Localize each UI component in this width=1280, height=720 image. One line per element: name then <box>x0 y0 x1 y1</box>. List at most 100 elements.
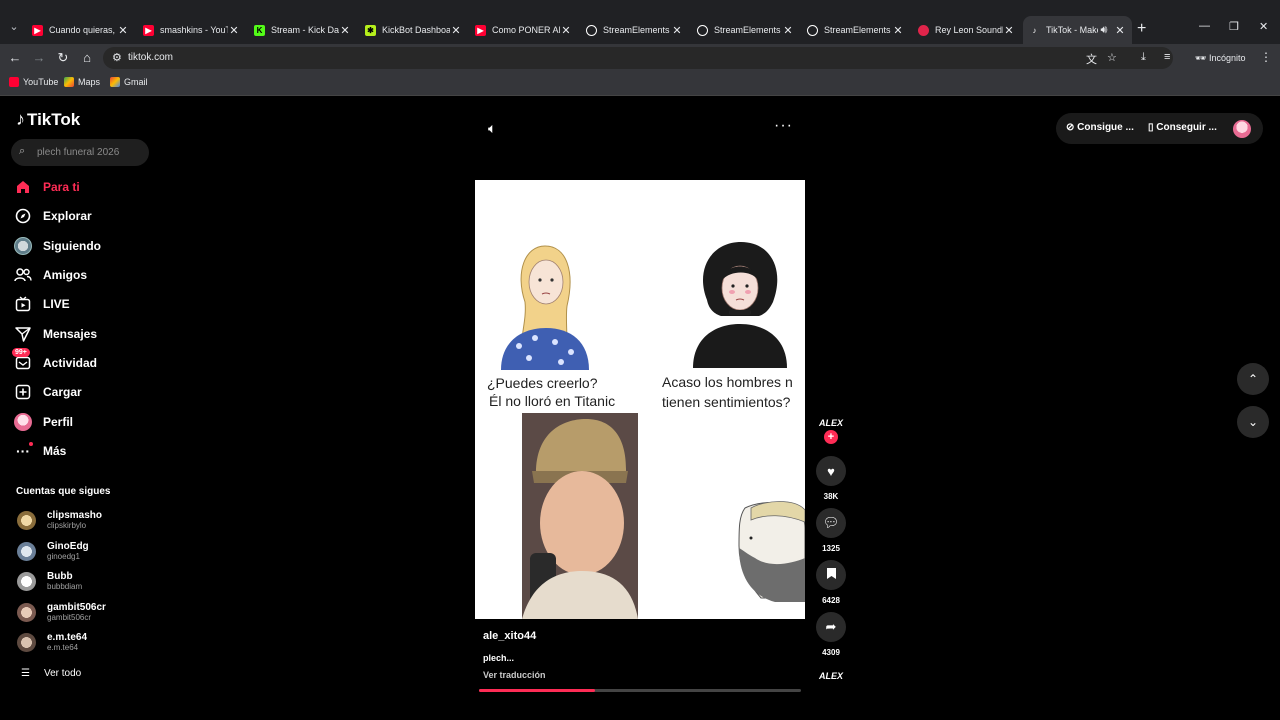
search-input[interactable]: ⌕ plech funeral 2026 <box>11 139 149 166</box>
site-info-icon[interactable]: ⚙ <box>112 51 122 64</box>
meme-chad-illustration <box>738 501 805 602</box>
heart-icon: ♥ <box>827 463 835 479</box>
meme-girl-blonde-illustration <box>501 245 589 370</box>
next-video-button[interactable]: ⌄ <box>1237 406 1269 438</box>
close-tab-icon[interactable]: ✕ <box>892 24 904 37</box>
save-count: 6428 <box>822 596 840 605</box>
incognito-badge[interactable]: 🕶︎ Incógnito <box>1187 48 1253 68</box>
previous-video-button[interactable]: ⌃ <box>1237 363 1269 395</box>
nav-label: Amigos <box>43 268 88 282</box>
follow-plus-button[interactable]: + <box>824 430 838 444</box>
nav-live[interactable]: LIVE <box>14 293 70 315</box>
get-app-label: Conseguir ... <box>1156 122 1217 133</box>
bookmark-gmail[interactable]: Gmail <box>110 77 148 87</box>
bookmark-star-icon[interactable]: ☆ <box>1107 51 1117 64</box>
soundboard-icon <box>918 24 929 36</box>
nav-perfil[interactable]: Perfil <box>14 411 73 433</box>
more-options-icon[interactable]: ··· <box>774 117 793 135</box>
back-icon[interactable]: ← <box>7 50 23 65</box>
followed-account[interactable]: gambit506cr gambit506cr <box>17 598 106 626</box>
followed-account[interactable]: clipsmasho clipskirbylo <box>17 506 102 534</box>
browser-menu-icon[interactable]: ⋮ <box>1260 50 1272 64</box>
incognito-label: Incógnito <box>1208 53 1246 63</box>
close-tab-icon[interactable]: ✕ <box>228 24 240 37</box>
share-button[interactable]: ➦ <box>816 612 846 642</box>
comment-button[interactable]: 💬︎ <box>816 508 846 538</box>
bookmark-youtube[interactable]: YouTube <box>9 77 58 87</box>
media-control-icon[interactable]: ≡ <box>1164 51 1170 63</box>
browser-tab[interactable]: ▶ Cuando quieras, c ✕ <box>26 18 135 42</box>
close-tab-icon[interactable]: ✕ <box>1003 24 1015 37</box>
get-app-button[interactable]: ▯ Conseguir ... <box>1148 122 1217 133</box>
speaker-icon[interactable]: 🔊︎ <box>1098 24 1110 37</box>
home-icon[interactable]: ⌂ <box>79 50 95 65</box>
browser-tab[interactable]: ▶ Como PONER ALE ✕ <box>469 18 578 42</box>
window-close-icon[interactable]: ✕ <box>1259 20 1268 33</box>
save-button[interactable] <box>816 560 846 590</box>
nav-para-ti[interactable]: Para ti <box>14 176 80 198</box>
nav-mensajes[interactable]: Mensajes <box>14 323 97 345</box>
browser-tab[interactable]: StreamElements - ✕ <box>801 18 910 42</box>
translate-icon[interactable]: 文 <box>1086 51 1097 67</box>
tiktok-logo[interactable]: ♪ TikTok <box>16 109 80 130</box>
close-tab-icon[interactable]: ✕ <box>450 24 462 37</box>
bookmark-label: Gmail <box>124 77 148 87</box>
user-avatar[interactable] <box>1233 120 1251 138</box>
like-button[interactable]: ♥ <box>816 456 846 486</box>
minimize-icon[interactable]: — <box>1199 20 1210 32</box>
video-progress-bar[interactable] <box>479 689 801 692</box>
kickbot-icon: ✱ <box>365 24 376 36</box>
close-tab-icon[interactable]: ✕ <box>560 24 572 37</box>
tab-search-icon[interactable]: ⌄ <box>6 19 22 35</box>
nav-amigos[interactable]: Amigos <box>14 264 87 286</box>
followed-account[interactable]: GinoEdg ginoedg1 <box>17 537 89 565</box>
volume-icon[interactable]: 🔈︎ <box>488 120 496 137</box>
nav-label: Para ti <box>43 180 80 194</box>
reload-icon[interactable]: ↻ <box>55 50 71 66</box>
close-tab-icon[interactable]: ✕ <box>671 24 683 37</box>
nav-explorar[interactable]: Explorar <box>14 205 92 227</box>
bookmark-label: Maps <box>78 77 101 87</box>
list-icon: ☰ <box>21 668 30 679</box>
browser-tab[interactable]: Rey Leon Soundb ✕ <box>912 18 1021 42</box>
close-tab-icon[interactable]: ✕ <box>782 24 794 37</box>
nav-siguiendo[interactable]: Siguiendo <box>14 235 101 257</box>
meme-caption-left: ¿Puedes creerlo? <box>487 375 598 391</box>
nav-actividad[interactable]: 99+ Actividad <box>12 348 97 374</box>
bookmarks-bar: YouTube Maps Gmail <box>0 72 1280 96</box>
video-author-username[interactable]: ale_xito44 <box>483 630 536 642</box>
forward-icon[interactable]: → <box>31 50 47 65</box>
upload-icon <box>14 383 32 401</box>
browser-tab[interactable]: ✱ KickBot Dashboar ✕ <box>359 18 468 42</box>
hand-cursor-icon: ☝︎ <box>652 419 660 434</box>
browser-tab[interactable]: ▶ smashkins - YouTu ✕ <box>137 18 246 42</box>
bookmark-maps[interactable]: Maps <box>64 77 100 87</box>
tiktok-icon: ♪ <box>1032 25 1037 35</box>
browser-tab[interactable]: StreamElements - ✕ <box>580 18 689 42</box>
get-coins-button[interactable]: ⊘ Consigue ... <box>1066 122 1134 133</box>
browser-tab[interactable]: K Stream - Kick Das ✕ <box>248 18 357 42</box>
followed-account[interactable]: Bubb bubbdiam <box>17 567 82 595</box>
see-all-link[interactable]: ☰ Ver todo <box>21 668 81 679</box>
nav-mas[interactable]: ··· Más <box>14 440 66 462</box>
share-arrow-icon: ➦ <box>825 619 837 634</box>
address-bar[interactable]: ⚙ tiktok.com <box>103 47 1173 69</box>
nav-label: Mensajes <box>43 327 98 341</box>
browser-tab[interactable]: StreamElements - ✕ <box>691 18 800 42</box>
close-tab-icon[interactable]: ✕ <box>1114 24 1126 37</box>
music-disc[interactable]: ALEX <box>819 671 843 687</box>
close-tab-icon[interactable]: ✕ <box>339 24 351 37</box>
youtube-icon: ▶ <box>143 24 154 36</box>
url-text[interactable]: tiktok.com <box>128 52 173 63</box>
new-tab-icon[interactable]: + <box>1137 20 1146 38</box>
followed-account[interactable]: e.m.te64 e.m.te64 <box>17 628 87 656</box>
download-icon[interactable]: ⤓ <box>1141 51 1146 64</box>
see-translation-link[interactable]: Ver traducción <box>483 670 546 680</box>
share-count: 4309 <box>822 648 840 657</box>
close-tab-icon[interactable]: ✕ <box>117 24 129 37</box>
nav-label: LIVE <box>43 297 70 311</box>
nav-cargar[interactable]: Cargar <box>14 381 82 403</box>
video-player[interactable]: ¿Puedes creerlo? Él no lloró en Titanic … <box>475 180 805 619</box>
restore-icon[interactable]: ❐ <box>1229 20 1239 33</box>
browser-tab-active[interactable]: ♪ TikTok - Make 🔊︎ ✕ <box>1023 16 1132 44</box>
